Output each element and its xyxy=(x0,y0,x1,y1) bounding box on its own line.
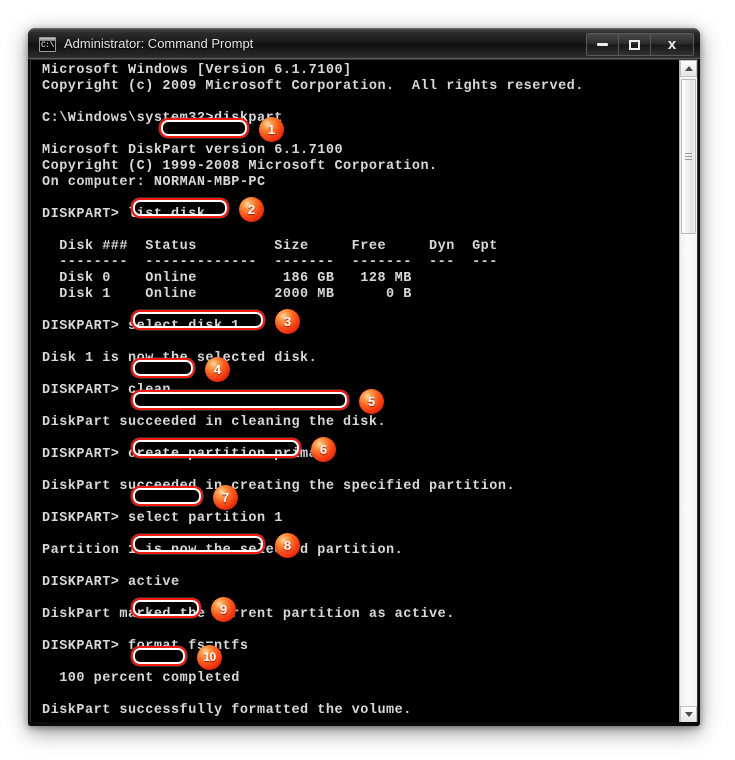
console-line: DISKPART> format fs=ntfs xyxy=(42,639,249,654)
console-line: DISKPART> list disk xyxy=(42,207,206,222)
console-line: Disk 1 Online 2000 MB 0 B xyxy=(42,287,412,302)
scrollbar-thumb[interactable] xyxy=(681,79,696,234)
console-line: DiskPart successfully formatted the volu… xyxy=(42,703,412,718)
console-line: C:\Windows\system32>diskpart xyxy=(42,111,283,126)
screenshot-root: C:\. Administrator: Command Prompt x Mic… xyxy=(0,0,735,760)
chevron-down-icon xyxy=(684,712,693,717)
close-button[interactable]: x xyxy=(651,34,693,55)
console-line: Microsoft Windows [Version 6.1.7100] xyxy=(42,63,352,78)
console-line: Partition 1 is now the selected partitio… xyxy=(42,543,404,558)
minimize-button[interactable] xyxy=(587,34,619,55)
console-line: DISKPART> create partition primary xyxy=(42,447,335,462)
maximize-icon xyxy=(629,39,640,50)
title-bar[interactable]: C:\. Administrator: Command Prompt x xyxy=(28,28,700,59)
console-output[interactable]: Microsoft Windows [Version 6.1.7100] Copy… xyxy=(31,60,679,723)
console-line: 100 percent completed xyxy=(42,671,240,686)
chevron-up-icon xyxy=(684,66,693,71)
maximize-button[interactable] xyxy=(619,34,651,55)
icon-prompt-text: C:\. xyxy=(41,41,55,50)
console-line: DISKPART> select partition 1 xyxy=(42,511,283,526)
console-line: DiskPart marked the current partition as… xyxy=(42,607,455,622)
console-line: Disk 1 is now the selected disk. xyxy=(42,351,318,366)
console-line: Disk ### Status Size Free Dyn Gpt xyxy=(42,239,498,254)
console-line: Disk 0 Online 186 GB 128 MB xyxy=(42,271,412,286)
console-line: DISKPART> select disk 1 xyxy=(42,319,240,334)
scrollbar-grip-icon xyxy=(685,152,692,161)
minimize-icon xyxy=(597,43,608,46)
console-line: On computer: NORMAN-MBP-PC xyxy=(42,175,266,190)
command-prompt-icon[interactable]: C:\. xyxy=(39,37,56,52)
console-client-area: Microsoft Windows [Version 6.1.7100] Copy… xyxy=(30,59,698,724)
console-line: Copyright (c) 2009 Microsoft Corporation… xyxy=(42,79,584,94)
console-line: DISKPART> clean xyxy=(42,383,172,398)
vertical-scrollbar[interactable] xyxy=(679,60,697,723)
console-line: -------- ------------- ------- ------- -… xyxy=(42,255,498,270)
command-prompt-window: C:\. Administrator: Command Prompt x Mic… xyxy=(28,28,700,726)
console-line: DISKPART> active xyxy=(42,575,180,590)
console-line: DiskPart succeeded in cleaning the disk. xyxy=(42,415,387,430)
window-controls: x xyxy=(586,33,694,56)
window-bottom-edge xyxy=(28,722,700,726)
console-line: Copyright (C) 1999-2008 Microsoft Corpor… xyxy=(42,159,438,174)
console-line: Microsoft DiskPart version 6.1.7100 xyxy=(42,143,344,158)
console-line: DiskPart succeeded in creating the speci… xyxy=(42,479,516,494)
close-icon: x xyxy=(667,36,677,53)
window-title: Administrator: Command Prompt xyxy=(64,36,254,51)
scroll-up-button[interactable] xyxy=(680,60,697,77)
scroll-down-button[interactable] xyxy=(680,706,697,723)
